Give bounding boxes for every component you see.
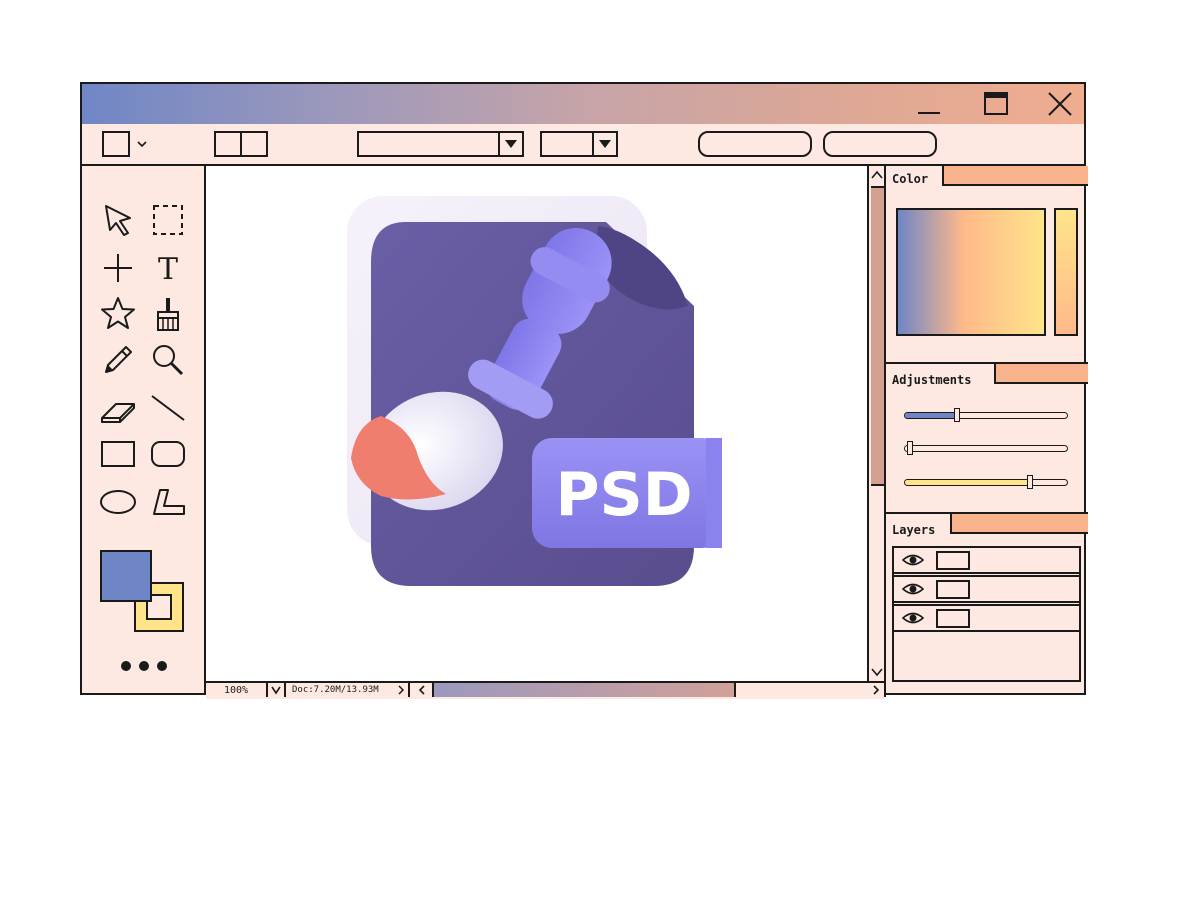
tool-shape-star[interactable]	[98, 294, 138, 334]
scroll-left-button[interactable]	[412, 683, 434, 697]
chevron-right-icon	[873, 685, 880, 695]
app-window: T PSD 100% Doc:7.20M/13.93M Color Adjust…	[80, 82, 1088, 699]
tool-zoom[interactable]	[148, 340, 188, 380]
eye-icon[interactable]	[902, 582, 924, 596]
magnifier-icon	[153, 345, 184, 376]
horizontal-scroll-thumb[interactable]	[434, 683, 736, 697]
scroll-right-button[interactable]	[868, 683, 884, 697]
hue-slider[interactable]	[1054, 208, 1078, 336]
adjustments-panel-tab-accent	[994, 364, 1088, 384]
size-dropdown[interactable]	[540, 131, 618, 157]
svg-text:T: T	[158, 252, 178, 287]
color-panel-tab-accent	[942, 166, 1088, 186]
view-toggle-button[interactable]	[214, 131, 268, 157]
mode-dropdown[interactable]	[357, 131, 524, 157]
adjustment-slider-2[interactable]	[904, 445, 1068, 452]
chevron-down-icon	[271, 686, 281, 695]
rectangle-icon	[101, 441, 135, 467]
status-bar: 100% Doc:7.20M/13.93M	[206, 681, 884, 699]
slider-handle[interactable]	[954, 408, 961, 422]
tool-brush[interactable]	[148, 294, 188, 334]
tool-ellipse[interactable]	[98, 482, 138, 522]
side-panels: Color Adjustments Layers	[884, 166, 1088, 697]
adjustment-slider-1[interactable]	[904, 412, 1068, 419]
dropdown-arrow-icon	[592, 133, 616, 155]
tool-preset-picker[interactable]	[102, 131, 130, 157]
tool-rounded-rectangle[interactable]	[148, 434, 188, 474]
tool-rectangle[interactable]	[98, 434, 138, 474]
layer-row[interactable]	[892, 604, 1081, 632]
minimize-icon	[918, 112, 940, 114]
divider	[240, 133, 242, 155]
options-toolbar	[82, 124, 1084, 166]
line-icon	[151, 395, 185, 421]
layers-panel-title[interactable]: Layers	[892, 523, 935, 537]
crosshair-icon	[104, 254, 132, 282]
foreground-color-swatch[interactable]	[100, 550, 152, 602]
artwork-label: PSD	[556, 460, 693, 530]
brush-icon	[157, 298, 179, 331]
psd-file-with-paintbrush-icon: PSD	[347, 196, 722, 586]
dropdown-arrow-icon	[498, 133, 522, 155]
tool-eraser[interactable]	[98, 388, 138, 428]
chevron-down-icon[interactable]	[136, 139, 148, 149]
layer-row[interactable]	[892, 546, 1081, 574]
panel-divider	[884, 166, 886, 697]
type-icon: T	[158, 252, 178, 287]
document-canvas[interactable]: PSD	[206, 166, 867, 681]
eye-icon[interactable]	[902, 611, 924, 625]
layer-thumbnail	[936, 580, 970, 599]
more-dots-icon	[121, 661, 167, 671]
maximize-icon	[984, 92, 1008, 115]
tools-panel: T	[82, 166, 206, 693]
tool-polygon[interactable]	[148, 482, 188, 522]
tool-line[interactable]	[148, 388, 188, 428]
tool-crosshair[interactable]	[98, 248, 138, 288]
title-bar[interactable]	[82, 84, 1084, 126]
zoom-level[interactable]: 100%	[206, 683, 268, 697]
slider-handle[interactable]	[907, 441, 914, 455]
close-button[interactable]	[1040, 88, 1080, 118]
option-button-2[interactable]	[823, 131, 937, 157]
document-size-text: Doc:7.20M/13.93M	[292, 685, 379, 695]
eye-icon[interactable]	[902, 553, 924, 567]
chevron-left-icon	[418, 685, 425, 695]
option-button-1[interactable]	[698, 131, 812, 157]
star-icon	[101, 297, 135, 329]
slider-fill	[905, 413, 959, 418]
layer-thumbnail	[936, 609, 970, 628]
tool-type[interactable]: T	[148, 248, 188, 288]
color-picker-field[interactable]	[896, 208, 1046, 336]
tool-marquee[interactable]	[148, 200, 188, 240]
eraser-icon	[101, 403, 135, 423]
ellipse-icon	[100, 490, 136, 514]
color-panel-title[interactable]: Color	[892, 172, 928, 186]
polygon-icon	[153, 489, 185, 515]
layer-thumbnail	[936, 551, 970, 570]
maximize-button[interactable]	[976, 88, 1016, 118]
rounded-rectangle-icon	[151, 441, 185, 467]
tool-move[interactable]	[98, 200, 138, 240]
tool-pencil[interactable]	[98, 340, 138, 380]
chevron-right-icon	[398, 685, 405, 695]
slider-handle[interactable]	[1027, 475, 1034, 489]
zoom-dropdown[interactable]	[268, 683, 286, 697]
document-size-info[interactable]: Doc:7.20M/13.93M	[286, 683, 410, 697]
more-tools-button[interactable]	[118, 658, 170, 678]
adjustment-slider-3[interactable]	[904, 479, 1068, 486]
minimize-button[interactable]	[908, 88, 948, 118]
layers-panel-tab-accent	[950, 514, 1088, 534]
slider-fill	[905, 480, 1032, 485]
layer-row[interactable]	[892, 575, 1081, 603]
pencil-icon	[105, 346, 132, 373]
marquee-select-icon	[153, 205, 183, 235]
adjustments-panel-title[interactable]: Adjustments	[892, 373, 971, 387]
arrow-cursor-icon	[105, 205, 131, 236]
close-icon	[1048, 92, 1072, 116]
scroll-thumb[interactable]	[871, 186, 884, 486]
